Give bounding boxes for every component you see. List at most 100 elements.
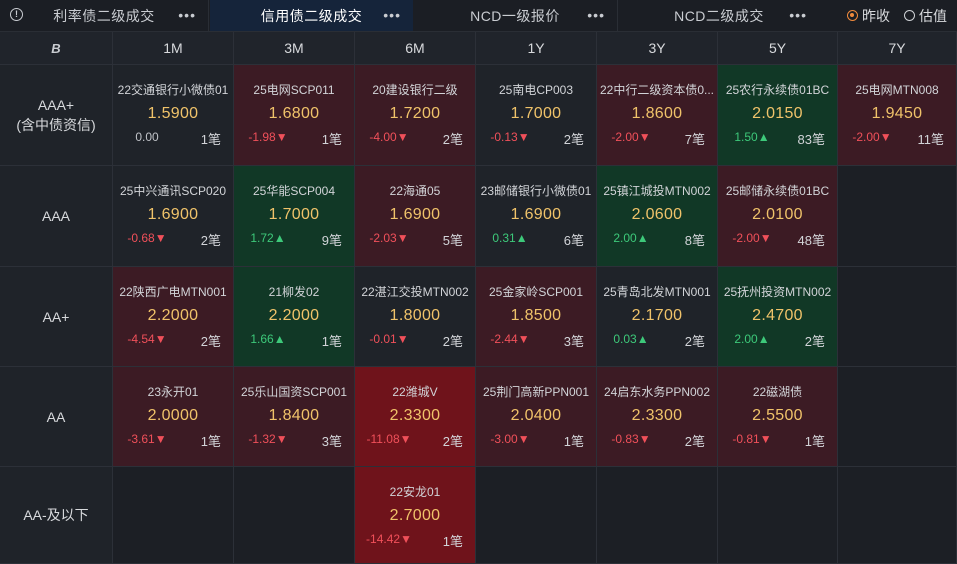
yield-change: -0.13▼ — [490, 130, 530, 144]
tab-credit-bond-secondary[interactable]: 信用债二级成交 ••• — [210, 0, 413, 31]
bond-name: 25农行永续债01BC — [725, 83, 830, 97]
radio-label: 昨收 — [862, 7, 890, 24]
bond-cell[interactable]: 22交通银行小微债01 1.5900 0.00 1笔 — [113, 65, 234, 166]
bond-cell[interactable]: 22海通05 1.6900 -2.03▼ 5笔 — [355, 166, 476, 267]
bond-name: 25电网SCP011 — [253, 83, 335, 97]
bond-name: 21柳发02 — [268, 285, 320, 299]
bond-cell[interactable]: 20建设银行二级 1.7200 -4.00▼ 2笔 — [355, 65, 476, 166]
bond-cell[interactable]: 25南电CP003 1.7000 -0.13▼ 2笔 — [476, 65, 597, 166]
bond-cell[interactable]: 25电网MTN008 1.9450 -2.00▼ 11笔 — [838, 65, 957, 166]
bond-cell[interactable]: 25抚州投资MTN002 2.4700 2.00▲ 2笔 — [718, 267, 838, 367]
bond-yield: 1.6900 — [147, 206, 199, 223]
yield-change: -0.01▼ — [369, 332, 409, 346]
bond-cell[interactable]: 23永开01 2.0000 -3.61▼ 1笔 — [113, 367, 234, 467]
yield-change: -11.08▼ — [366, 432, 412, 446]
bond-yield: 1.8400 — [268, 407, 320, 424]
trade-count: 1笔 — [321, 334, 342, 349]
more-icon[interactable]: ••• — [587, 8, 605, 22]
tab-ncd-primary-quote[interactable]: NCD一级报价 ••• — [413, 0, 618, 31]
bond-cell[interactable]: 22中行二级资本债0... 1.8600 -2.00▼ 7笔 — [597, 65, 718, 166]
column-header: 5Y — [718, 32, 838, 65]
bond-name: 22陕西广电MTN001 — [119, 285, 227, 299]
bond-cell[interactable]: 25乐山国资SCP001 1.8400 -1.32▼ 3笔 — [234, 367, 355, 467]
yield-change: -2.00▼ — [732, 231, 772, 245]
bond-yield: 2.2000 — [147, 307, 199, 324]
bond-name: 23邮储银行小微债01 — [480, 184, 592, 198]
empty-cell — [838, 267, 957, 367]
bond-cell[interactable]: 22陕西广电MTN001 2.2000 -4.54▼ 2笔 — [113, 267, 234, 367]
bond-yield: 1.6800 — [268, 105, 320, 122]
bond-name: 22磁湖债 — [752, 385, 803, 399]
more-icon[interactable]: ••• — [383, 8, 401, 22]
tab-ncd-secondary[interactable]: NCD二级成交 ••• — [619, 0, 819, 31]
bond-cell[interactable]: 25青岛北发MTN001 2.1700 0.03▲ 2笔 — [597, 267, 718, 367]
empty-cell — [234, 467, 355, 564]
bond-cell[interactable]: 24启东水务PPN002 2.3300 -0.83▼ 2笔 — [597, 367, 718, 467]
yield-change: -4.54▼ — [127, 332, 167, 346]
bond-name: 25青岛北发MTN001 — [603, 285, 711, 299]
trade-count: 3笔 — [321, 434, 342, 449]
tab-rate-bond-secondary[interactable]: ! 利率债二级成交 ••• — [0, 0, 209, 31]
yield-change: 2.00▲ — [613, 231, 649, 245]
trade-count: 2笔 — [200, 334, 221, 349]
radio-selected-icon — [847, 10, 858, 21]
trade-count: 2笔 — [804, 334, 825, 349]
bond-cell[interactable]: 22磁湖债 2.5500 -0.81▼ 1笔 — [718, 367, 838, 467]
trade-count: 1笔 — [563, 434, 584, 449]
bond-cell[interactable]: 22安龙01 2.7000 -14.42▼ 1笔 — [355, 467, 476, 564]
bond-yield: 1.7000 — [268, 206, 320, 223]
trade-count: 11笔 — [917, 132, 945, 147]
trade-count: 2笔 — [563, 132, 584, 147]
trade-count: 1笔 — [442, 534, 463, 549]
yield-change: -1.98▼ — [248, 130, 288, 144]
bond-yield: 2.2000 — [268, 307, 320, 324]
yield-change: -1.32▼ — [248, 432, 288, 446]
bond-cell[interactable]: 25金家岭SCP001 1.8500 -2.44▼ 3笔 — [476, 267, 597, 367]
yield-change: 1.66▲ — [250, 332, 286, 346]
yield-change: -2.00▼ — [852, 130, 892, 144]
more-icon[interactable]: ••• — [789, 8, 807, 22]
bond-name: 25华能SCP004 — [252, 184, 336, 198]
bond-cell[interactable]: 25电网SCP011 1.6800 -1.98▼ 1笔 — [234, 65, 355, 166]
bond-yield: 1.8500 — [510, 307, 562, 324]
bond-cell[interactable]: 21柳发02 2.2000 1.66▲ 1笔 — [234, 267, 355, 367]
bond-cell[interactable]: 23邮储银行小微债01 1.6900 0.31▲ 6笔 — [476, 166, 597, 267]
column-header: 6M — [355, 32, 476, 65]
trade-count: 2笔 — [684, 434, 705, 449]
yield-change: 1.50▲ — [734, 130, 770, 144]
bond-cell[interactable]: 25邮储永续债01BC 2.0100 -2.00▼ 48笔 — [718, 166, 838, 267]
empty-cell — [838, 166, 957, 267]
tab-label: 信用债二级成交 — [260, 7, 363, 24]
trade-count: 7笔 — [684, 132, 705, 147]
column-header: 7Y — [838, 32, 957, 65]
row-header-label: AAA — [41, 208, 70, 224]
bond-cell[interactable]: 22湛江交投MTN002 1.8000 -0.01▼ 2笔 — [355, 267, 476, 367]
trade-count: 2笔 — [200, 233, 221, 248]
bond-yield: 2.4700 — [752, 307, 803, 324]
radio-prev-close[interactable]: 昨收 — [847, 6, 890, 26]
bond-cell[interactable]: 22潍城V 2.3300 -11.08▼ 2笔 — [355, 367, 476, 467]
bond-cell[interactable]: 25华能SCP004 1.7000 1.72▲ 9笔 — [234, 166, 355, 267]
bond-yield: 2.3300 — [631, 407, 683, 424]
empty-cell — [718, 467, 838, 564]
bond-name: 25抚州投资MTN002 — [723, 285, 832, 299]
trade-count: 2笔 — [442, 434, 463, 449]
row-header-label: AAA+ — [37, 97, 75, 113]
bond-name: 24启东水务PPN002 — [603, 385, 711, 399]
yield-change: -3.00▼ — [490, 432, 530, 446]
bond-name: 22潍城V — [392, 385, 438, 399]
bond-cell[interactable]: 25荆门高新PPN001 2.0400 -3.00▼ 1笔 — [476, 367, 597, 467]
bond-yield: 1.6900 — [389, 206, 441, 223]
more-icon[interactable]: ••• — [178, 8, 196, 22]
bond-cell[interactable]: 25农行永续债01BC 2.0150 1.50▲ 83笔 — [718, 65, 838, 166]
trade-count: 48笔 — [797, 233, 825, 248]
info-icon[interactable]: ! — [10, 8, 23, 21]
bond-yield: 2.0000 — [147, 407, 199, 424]
bond-cell[interactable]: 25中兴通讯SCP020 1.6900 -0.68▼ 2笔 — [113, 166, 234, 267]
yield-change: 2.00▲ — [734, 332, 770, 346]
bond-cell[interactable]: 25镇江城投MTN002 2.0600 2.00▲ 8笔 — [597, 166, 718, 267]
bond-yield: 2.0600 — [631, 206, 683, 223]
empty-cell — [113, 467, 234, 564]
yield-change: 0.00 — [135, 130, 159, 144]
radio-valuation[interactable]: 估值 — [904, 6, 947, 26]
